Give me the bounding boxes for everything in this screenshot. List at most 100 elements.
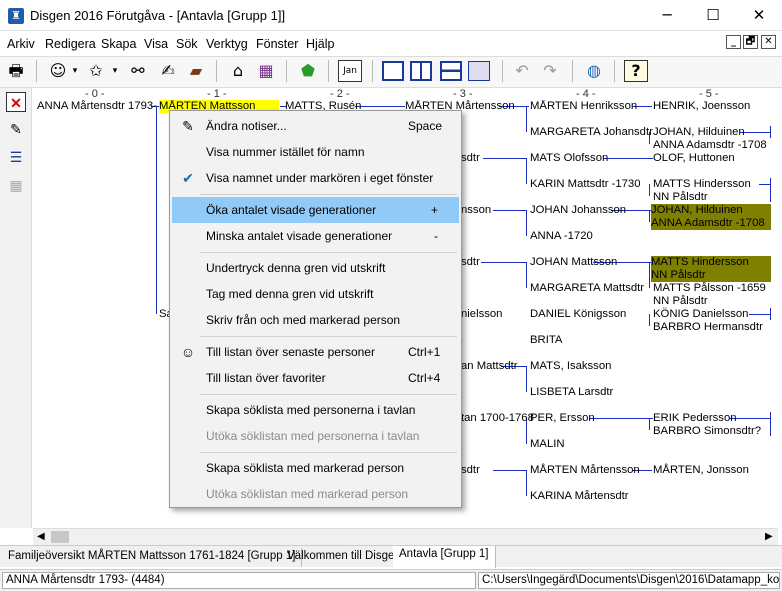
person-gen4[interactable]: MALIN: [530, 438, 565, 451]
tab-valkommen[interactable]: Välkommen till Disgen: [281, 548, 408, 567]
menu-item-visa-nummer[interactable]: Visa nummer istället för namn: [172, 139, 459, 165]
person-gen4[interactable]: MARGARETA Mattsdtr: [530, 282, 644, 295]
person-gen3[interactable]: sdtr: [461, 152, 480, 165]
tab-antavla[interactable]: Antavla [Grupp 1]: [393, 546, 496, 568]
person-gen4[interactable]: JOHAN Johansson: [530, 204, 626, 217]
mdi-minimize-button[interactable]: _: [726, 35, 741, 49]
layout-single-icon[interactable]: [382, 61, 404, 81]
menu-item-minska-generationer[interactable]: Minska antalet visade generationer -: [172, 223, 459, 249]
person-gen5[interactable]: MATTS Hindersson: [653, 178, 751, 191]
person-gen5[interactable]: JOHAN, Hilduinen: [653, 126, 745, 139]
person-gen5[interactable]: NN Pålsdtr: [653, 295, 708, 308]
person-gen5[interactable]: MÅRTEN, Jonsson: [653, 464, 749, 477]
menu-hjalp[interactable]: Hjälp: [306, 37, 335, 51]
scroll-right-icon[interactable]: ▶: [765, 531, 773, 542]
mdi-close-button[interactable]: ✕: [761, 35, 776, 49]
person-gen5[interactable]: ERIK Pedersson: [653, 412, 737, 425]
menu-item-visa-namnet[interactable]: ✔ Visa namnet under markören i eget föns…: [172, 165, 459, 191]
person-gen5[interactable]: KÖNIG Danielsson: [653, 308, 748, 321]
menu-skapa[interactable]: Skapa: [101, 37, 136, 51]
close-button[interactable]: ✕: [736, 0, 782, 31]
menu-item-skapa-soklista-markerad[interactable]: Skapa söklista med markerad person: [172, 455, 459, 481]
person-gen3[interactable]: sdtr: [461, 464, 480, 477]
close-tree-icon[interactable]: ✕: [6, 92, 26, 112]
person-gen4[interactable]: MÅRTEN Mårtensson: [530, 464, 640, 477]
maximize-button[interactable]: ☐: [690, 0, 736, 31]
person-gen0[interactable]: ANNA Mårtensdtr 1793-: [37, 100, 157, 113]
menu-item-favoriter[interactable]: Till listan över favoriter Ctrl+4: [172, 365, 459, 391]
help-icon[interactable]: ?: [624, 60, 648, 82]
family-book-icon[interactable]: ▦: [254, 58, 278, 84]
mdi-restore-button[interactable]: 🗗: [743, 35, 758, 49]
layout-windows-icon[interactable]: [468, 61, 490, 81]
person-gen5-highlighted[interactable]: MATTS Hindersson: [651, 256, 771, 269]
person-gen4[interactable]: LISBETA Larsdtr: [530, 386, 613, 399]
person-gen5-highlighted[interactable]: NN Pålsdtr: [651, 269, 771, 282]
menu-fonster[interactable]: Fönster: [256, 37, 298, 51]
person-gen4[interactable]: MATS, Isaksson: [530, 360, 611, 373]
person-gen4[interactable]: MARGARETA Johansdtr: [530, 126, 653, 139]
menu-item-oka-generationer[interactable]: Öka antalet visade generationer +: [172, 197, 459, 223]
scroll-left-icon[interactable]: ◀: [37, 531, 45, 542]
person-gen3[interactable]: tan 1700-1768: [461, 412, 534, 425]
chevron-down-icon[interactable]: ▾: [70, 58, 80, 84]
person-gen5-highlighted[interactable]: JOHAN, Hilduinen: [651, 204, 771, 217]
menu-item-skriv-fran[interactable]: Skriv från och med markerad person: [172, 307, 459, 333]
map-icon[interactable]: ⬟: [296, 58, 320, 84]
person-gen5-highlighted[interactable]: ANNA Adamsdtr -1708: [651, 217, 771, 230]
globe-icon[interactable]: ◍: [582, 58, 606, 84]
person-star-icon[interactable]: ✩: [84, 58, 108, 84]
person-gen4[interactable]: KARINA Mårtensdtr: [530, 490, 629, 503]
binoculars-icon[interactable]: ⚯: [126, 58, 150, 84]
person-gen5[interactable]: MATTS Pålsson -1659: [653, 282, 766, 295]
person-gen4[interactable]: MÅRTEN Henriksson: [530, 100, 637, 113]
person-gen5[interactable]: NN Pålsdtr: [653, 191, 708, 204]
menu-sok[interactable]: Sök: [176, 37, 198, 51]
person-gen4[interactable]: PER, Ersson: [530, 412, 595, 425]
person-gen3[interactable]: nsson: [461, 204, 491, 217]
person-gen5[interactable]: ANNA Adamsdtr -1708: [653, 139, 767, 152]
menu-item-senaste-personer[interactable]: ☺ Till listan över senaste personer Ctrl+…: [172, 339, 459, 365]
hand-notes-icon[interactable]: ✍: [156, 58, 180, 84]
person-gen4[interactable]: JOHAN Mattsson: [530, 256, 617, 269]
home-icon[interactable]: ⌂: [226, 58, 250, 84]
toolbar-separator: [286, 60, 287, 82]
person-gen5[interactable]: BARBRO Hermansdtr: [653, 321, 763, 334]
tree-list-icon[interactable]: ☰: [6, 147, 26, 167]
menu-verktyg[interactable]: Verktyg: [206, 37, 248, 51]
person-gen5[interactable]: BARBRO Simonsdtr?: [653, 425, 761, 438]
scroll-thumb[interactable]: [51, 531, 69, 543]
tab-familjeoversikt[interactable]: Familjeöversikt MÅRTEN Mattsson 1761-182…: [2, 548, 303, 567]
horizontal-scrollbar[interactable]: ◀ ▶: [33, 528, 778, 545]
redo-icon[interactable]: ↷: [538, 58, 562, 84]
tree-grid-icon[interactable]: ▦: [6, 175, 26, 195]
layout-split-icon[interactable]: [410, 61, 432, 81]
menu-item-andra-notiser[interactable]: ✎ Ändra notiser... Space: [172, 113, 459, 139]
menu-visa[interactable]: Visa: [144, 37, 168, 51]
person-gen4[interactable]: DANIEL Königsson: [530, 308, 626, 321]
menu-arkiv[interactable]: Arkiv: [7, 37, 35, 51]
menu-redigera[interactable]: Redigera: [45, 37, 96, 51]
minimize-button[interactable]: ─: [644, 0, 690, 31]
calendar-icon[interactable]: Jan: [338, 60, 362, 82]
person-gen5[interactable]: OLOF, Huttonen: [653, 152, 735, 165]
person-gen4[interactable]: KARIN Mattsdtr -1730: [530, 178, 641, 191]
menu-item-skapa-soklista-tavlan[interactable]: Skapa söklista med personerna i tavlan: [172, 397, 459, 423]
person-gen3[interactable]: an Mattsdtr: [461, 360, 518, 373]
notes-icon[interactable]: ✎: [6, 119, 26, 139]
person-face-icon[interactable]: ☺: [46, 58, 70, 84]
person-gen3[interactable]: sdtr: [461, 256, 480, 269]
layout-rows-icon[interactable]: [440, 61, 462, 81]
person-gen5[interactable]: HENRIK, Joensson: [653, 100, 750, 113]
app-icon[interactable]: ♜: [8, 8, 24, 24]
person-gen4[interactable]: ANNA -1720: [530, 230, 593, 243]
menu-item-tag-med-gren[interactable]: Tag med denna gren vid utskrift: [172, 281, 459, 307]
undo-icon[interactable]: ↶: [510, 58, 534, 84]
chevron-down-icon[interactable]: ▾: [110, 58, 120, 84]
person-gen4[interactable]: MATS Olofsson: [530, 152, 608, 165]
person-gen4[interactable]: BRITA: [530, 334, 562, 347]
person-gen3[interactable]: nielsson: [461, 308, 502, 321]
book-icon[interactable]: ▰: [184, 58, 208, 84]
printer-icon[interactable]: 🖶: [4, 58, 28, 84]
menu-item-undertryck-gren[interactable]: Undertryck denna gren vid utskrift: [172, 255, 459, 281]
